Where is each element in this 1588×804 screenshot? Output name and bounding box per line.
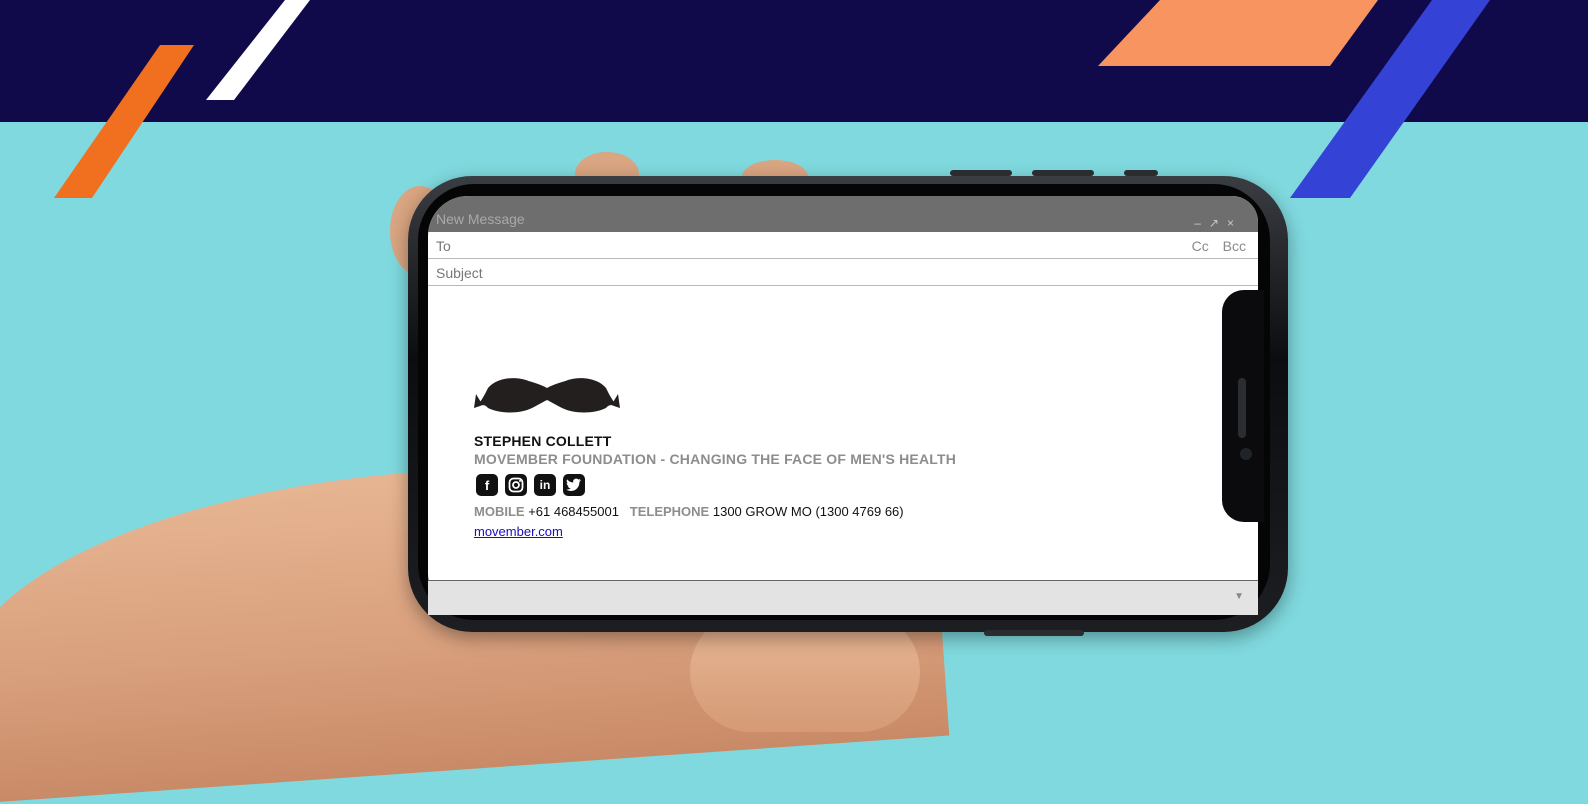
website-link[interactable]: movember.com — [474, 524, 563, 539]
minimize-icon[interactable]: – — [1194, 216, 1209, 230]
expand-icon[interactable]: ↗ — [1209, 216, 1227, 230]
mobile-value: +61 468455001 — [528, 504, 619, 519]
signature-contact: MOBILE +61 468455001 TELEPHONE 1300 GROW… — [474, 504, 904, 519]
compose-bottom-bar: ▼ — [428, 580, 1258, 615]
stripe-orange — [54, 45, 194, 198]
twitter-icon[interactable] — [563, 474, 585, 496]
phone-button — [950, 170, 1012, 176]
compose-titlebar: New Message –↗× — [428, 196, 1258, 232]
facebook-icon[interactable]: f — [476, 474, 498, 496]
telephone-label: TELEPHONE — [629, 504, 710, 519]
bcc-button[interactable]: Bcc — [1223, 238, 1246, 254]
mustache-icon — [474, 378, 620, 413]
cc-button[interactable]: Cc — [1192, 238, 1209, 254]
phone-button — [1124, 170, 1158, 176]
stripe-peach — [1098, 0, 1378, 66]
to-field[interactable]: To Cc Bcc — [428, 232, 1258, 259]
subject-field[interactable]: Subject — [428, 259, 1258, 286]
linkedin-icon[interactable]: in — [534, 474, 556, 496]
scroll-down-icon[interactable]: ▼ — [1234, 591, 1244, 602]
to-label: To — [436, 238, 451, 254]
phone-camera — [1240, 448, 1252, 460]
stripe-white — [206, 0, 310, 100]
instagram-icon[interactable] — [505, 474, 527, 496]
close-icon[interactable]: × — [1227, 216, 1242, 230]
phone-button — [984, 630, 1084, 636]
subject-placeholder: Subject — [436, 265, 483, 281]
phone-button — [1032, 170, 1094, 176]
social-icons: f in — [476, 474, 585, 496]
telephone-value: 1300 GROW MO (1300 4769 66) — [712, 504, 904, 519]
signature-organization: MOVEMBER FOUNDATION - CHANGING THE FACE … — [474, 451, 957, 467]
phone-speaker — [1238, 378, 1246, 438]
signature-name: STEPHEN COLLETT — [474, 433, 612, 449]
compose-title: New Message — [436, 211, 525, 227]
mobile-label: MOBILE — [474, 504, 525, 519]
